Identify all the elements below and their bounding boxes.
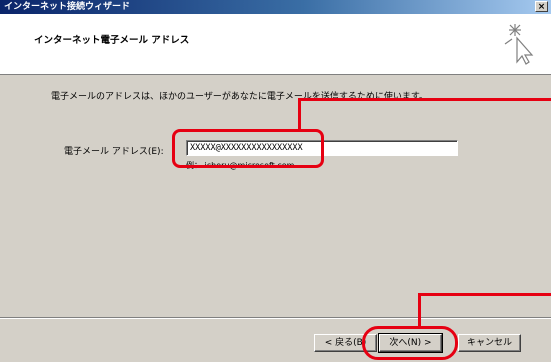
next-callout-box: [362, 326, 458, 360]
page-title: インターネット電子メール アドレス: [34, 35, 190, 46]
cancel-button[interactable]: キャンセル: [458, 334, 521, 352]
email-callout-box: [172, 129, 324, 168]
window-title: インターネット接続ウィザード: [4, 2, 131, 12]
wizard-window: インターネット接続ウィザード × インターネット電子メール アドレス 電子メール…: [0, 0, 551, 362]
email-address-label: 電子メール アドレス(E):: [64, 147, 164, 157]
email-callout-line-horizontal: [298, 98, 551, 101]
next-callout-line-horizontal: [418, 293, 551, 296]
title-bar: インターネット接続ウィザード ×: [0, 0, 551, 14]
wizard-sparkle-icon: [504, 24, 534, 65]
email-callout-line-vertical: [298, 98, 301, 131]
footer-divider: [0, 317, 551, 319]
next-callout-line-vertical: [418, 293, 421, 327]
close-button[interactable]: ×: [535, 1, 548, 12]
wizard-header: インターネット電子メール アドレス: [0, 14, 551, 75]
